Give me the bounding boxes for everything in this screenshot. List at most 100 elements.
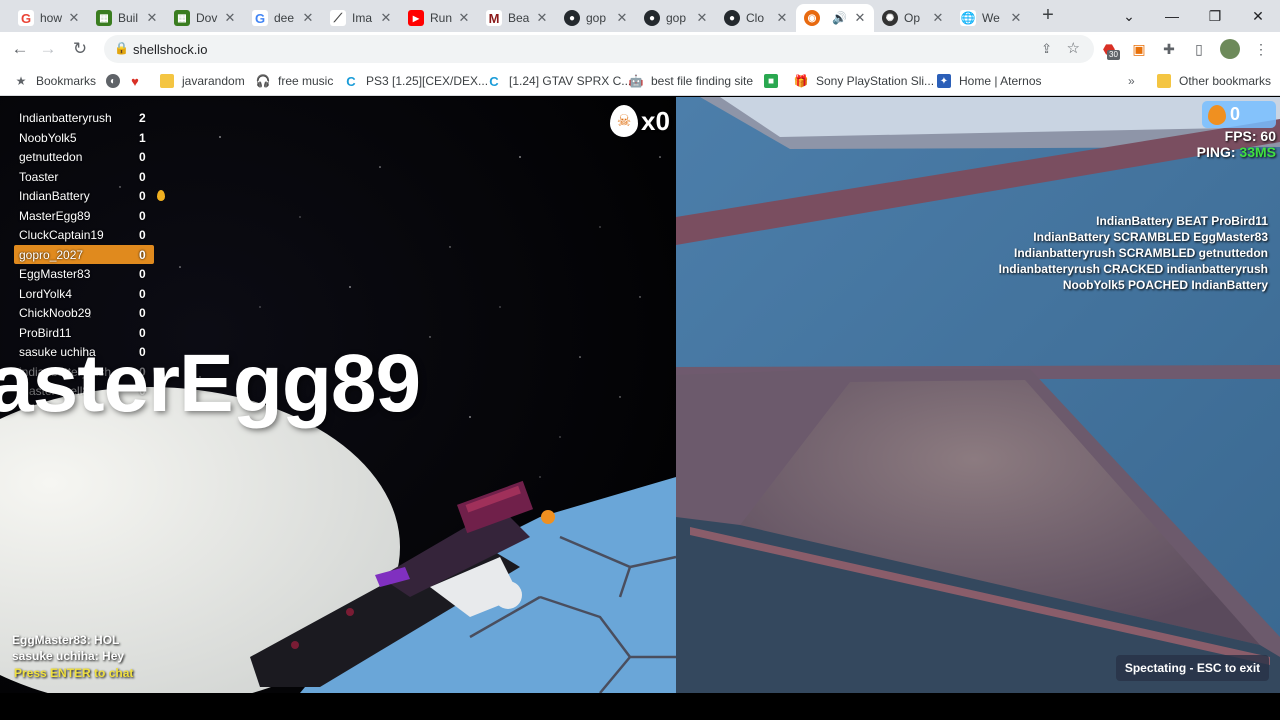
bookmark-item[interactable]: C PS3 [1.25][CEX/DEX...	[344, 72, 488, 90]
close-icon[interactable]: ✕	[222, 10, 238, 26]
close-icon[interactable]: ✕	[614, 10, 630, 26]
youtube-icon: ▶	[408, 10, 424, 26]
browser-tab[interactable]: ● Clo ✕	[716, 4, 796, 32]
player-name: ChickNoob29	[19, 306, 92, 320]
browser-tab[interactable]: ● gop ✕	[556, 4, 636, 32]
browser-tab[interactable]: ▦ Dov ✕	[166, 4, 244, 32]
reload-button[interactable]: ↻	[68, 37, 92, 61]
player-score: 0	[139, 306, 146, 320]
side-panel-icon[interactable]: ▯	[1190, 40, 1208, 58]
kill-feed-entry: IndianBattery BEAT ProBird11	[1096, 214, 1268, 228]
bookmark-item[interactable]: ✦ Home | Aternos	[937, 72, 1042, 90]
player-name: gopro_2027	[19, 247, 84, 262]
close-icon[interactable]: ✕	[378, 10, 394, 26]
tab-title: Clo	[746, 11, 765, 25]
address-bar[interactable]: 🔒 shellshock.io ⇪ ☆	[104, 35, 1094, 63]
tab-search-icon[interactable]: ⌄	[1117, 4, 1141, 28]
close-icon[interactable]: ✕	[852, 10, 868, 26]
extension-icon[interactable]: ⬣ 30	[1100, 40, 1120, 60]
bookmark-item[interactable]: ♥	[128, 72, 150, 90]
openai-icon: ✺	[882, 10, 898, 26]
egg-balance-amount: 0	[1230, 104, 1241, 124]
tab-title: how	[40, 11, 63, 25]
bookmark-item[interactable]: ■	[764, 72, 786, 90]
kill-feed-entry: IndianBattery SCRAMBLED EggMaster83	[1033, 230, 1268, 244]
browser-tab[interactable]: G dee ✕	[244, 4, 322, 32]
new-tab-button[interactable]: +	[1036, 4, 1060, 28]
puzzle-icon[interactable]: ✚	[1160, 40, 1178, 58]
browser-tab[interactable]: ✺ Op ✕	[874, 4, 952, 32]
kill-feed-entry: NoobYolk5 POACHED IndianBattery	[1062, 278, 1268, 292]
speaker-icon[interactable]: 🔊	[832, 11, 847, 25]
scoreboard-row: MasterEgg89 0	[14, 206, 154, 226]
headphones-icon: 🎧	[255, 74, 271, 88]
bookmark-item[interactable]: 🎧 free music	[255, 72, 334, 90]
kill-feed: IndianBattery BEAT ProBird11 IndianBatte…	[999, 213, 1268, 293]
bookmark-item[interactable]: C [1.24] GTAV SPRX C...	[487, 72, 631, 90]
player-score: 0	[139, 189, 146, 203]
more-bookmarks-icon[interactable]: »	[1128, 72, 1135, 90]
lock-icon[interactable]: 🔒	[114, 41, 129, 55]
chart-icon: ⟋	[330, 10, 346, 26]
browser-tab-active[interactable]: ◉ 🔊 ✕	[796, 4, 874, 32]
browser-tab[interactable]: ● gop ✕	[636, 4, 716, 32]
browser-tab[interactable]: ▦ Buil ✕	[88, 4, 166, 32]
browser-tab[interactable]: ⟋ Ima ✕	[322, 4, 400, 32]
extension-icon[interactable]: ▣	[1130, 40, 1148, 58]
github-icon: ●	[724, 10, 740, 26]
bookmark-item[interactable]: javarandom	[160, 72, 245, 90]
close-icon[interactable]: ✕	[930, 10, 946, 26]
bookmark-star-icon[interactable]: ☆	[1067, 39, 1080, 57]
browser-tab[interactable]: M Bea ✕	[478, 4, 556, 32]
kill-streak-count: x0	[641, 105, 670, 136]
minecraft-icon: ▦	[96, 10, 112, 26]
close-icon[interactable]: ✕	[1008, 10, 1024, 26]
tab-title: Op	[904, 11, 921, 25]
browser-tab[interactable]: G how ✕	[10, 4, 88, 32]
close-icon[interactable]: ✕	[534, 10, 550, 26]
player-score: 0	[139, 228, 146, 242]
player-name: MasterEgg89	[19, 208, 91, 223]
bookmark-item[interactable]: 🎁 Sony PlayStation Sli...	[794, 72, 935, 90]
bookmark-item[interactable]: ★ Bookmarks	[14, 72, 96, 90]
player-name: NoobYolk5	[19, 130, 77, 145]
close-icon[interactable]: ✕	[144, 10, 160, 26]
egg-skull-icon: ☠	[610, 105, 638, 137]
bookmark-item[interactable]: ◐	[106, 72, 128, 90]
minimize-button[interactable]: —	[1160, 4, 1184, 28]
fps-label: FPS:	[1224, 128, 1257, 144]
other-bookmarks[interactable]: Other bookmarks	[1157, 72, 1271, 90]
browser-tab[interactable]: ▶ Run ✕	[400, 4, 478, 32]
folder-icon	[1157, 74, 1171, 88]
url-text: shellshock.io	[133, 42, 208, 57]
scoreboard-row: EggMaster83 0	[14, 264, 154, 284]
close-icon[interactable]: ✕	[66, 10, 82, 26]
bookmark-item[interactable]: 🤖 best file finding site	[629, 72, 754, 90]
forward-button[interactable]: →	[36, 37, 60, 61]
kill-feed-entry: Indianbatteryrush CRACKED indianbatteryr…	[998, 262, 1268, 276]
close-icon[interactable]: ✕	[456, 10, 472, 26]
scoreboard-row-self: gopro_2027 0	[14, 244, 154, 264]
player-name: Indianbatteryrush	[19, 111, 112, 125]
scoreboard-row: LordYolk4 0	[14, 284, 154, 304]
scoreboard-row: IndianBattery 0	[14, 186, 165, 206]
game-viewport[interactable]: Indianbatteryrush 2 NoobYolk5 1 getnuttedo…	[0, 97, 1280, 693]
close-icon[interactable]: ✕	[774, 10, 790, 26]
close-window-button[interactable]: ✕	[1246, 4, 1270, 28]
scoreboard-row: CluckCaptain19 0	[14, 225, 154, 245]
bottom-bar	[0, 693, 1280, 720]
player-name: EggMaster83	[19, 267, 91, 281]
browser-tab[interactable]: 🌐 We ✕	[952, 4, 1030, 32]
chat-prompt[interactable]: Press ENTER to chat	[14, 666, 133, 680]
spectate-banner[interactable]: Spectating - ESC to exit	[1116, 655, 1269, 681]
restore-button[interactable]: ❐	[1203, 4, 1227, 28]
avatar[interactable]	[1220, 39, 1240, 59]
tab-title: gop	[666, 11, 687, 25]
folder-icon	[160, 74, 174, 88]
close-icon[interactable]: ✕	[694, 10, 710, 26]
back-button[interactable]: ←	[8, 37, 32, 61]
close-icon[interactable]: ✕	[300, 10, 316, 26]
share-icon[interactable]: ⇪	[1041, 41, 1052, 57]
menu-icon[interactable]: ⋮	[1252, 40, 1270, 58]
golden-egg-icon	[1208, 104, 1226, 125]
